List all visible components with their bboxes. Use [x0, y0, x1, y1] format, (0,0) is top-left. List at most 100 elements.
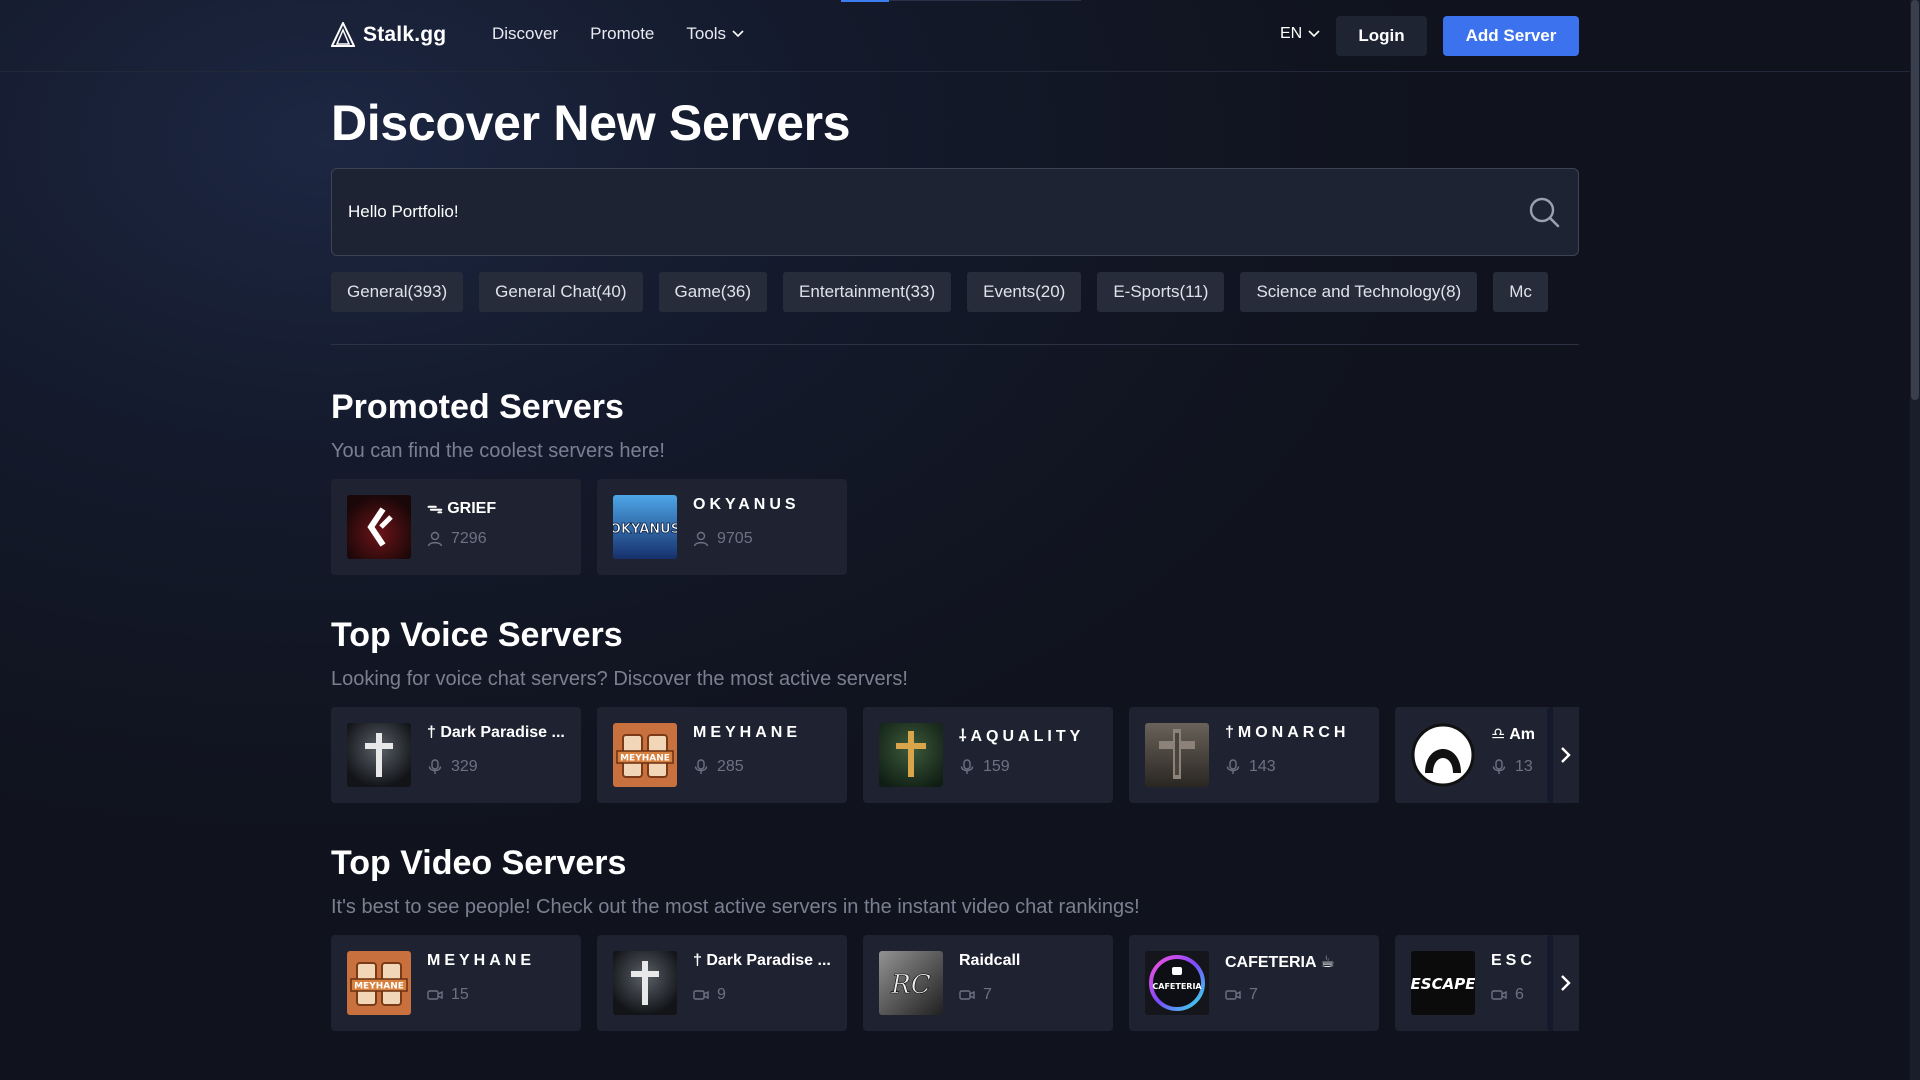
divider: [331, 344, 1579, 345]
promoted-title: Promoted Servers: [331, 388, 624, 426]
golden-cross-logo-icon: [879, 723, 943, 787]
category-chip[interactable]: E-Sports(11): [1097, 272, 1225, 312]
scrollbar-thumb[interactable]: [1911, 0, 1919, 400]
category-filters: General(393) General Chat(40) Game(36) E…: [331, 272, 1579, 312]
voice-subtitle: Looking for voice chat servers? Discover…: [331, 668, 908, 690]
server-card[interactable]: † Dark Paradise ... 329: [331, 707, 581, 803]
svg-text:MEYHANE: MEYHANE: [354, 982, 404, 992]
okyanus-logo-icon: OKYANUS: [613, 495, 677, 559]
microphone-icon: [960, 759, 974, 774]
member-count: 9705: [717, 530, 753, 547]
server-card[interactable]: RC Raidcall 7: [863, 935, 1113, 1031]
logo-text: Stalk.gg: [363, 23, 447, 46]
login-button[interactable]: Login: [1336, 16, 1427, 56]
server-name: ♎ Am: [1491, 726, 1535, 743]
nav-link-tools[interactable]: Tools: [686, 24, 744, 44]
raidcall-logo-icon: RC: [879, 951, 943, 1015]
add-server-button[interactable]: Add Server: [1443, 16, 1579, 56]
server-card[interactable]: CAFETERIA CAFETERIA ☕ 7: [1129, 935, 1379, 1031]
category-chip[interactable]: Science and Technology(8): [1240, 272, 1478, 312]
chevron-right-icon: [1561, 975, 1571, 991]
category-chip[interactable]: Entertainment(33): [783, 272, 952, 312]
logo[interactable]: Stalk.gg: [331, 22, 446, 48]
meyhane-logo-icon: MEYHANE: [613, 723, 677, 787]
chevron-right-icon: [1561, 747, 1571, 763]
category-chip[interactable]: Events(20): [967, 272, 1082, 312]
voice-count: 143: [1249, 758, 1276, 775]
category-chip[interactable]: Game(36): [658, 272, 768, 312]
voice-title: Top Voice Servers: [331, 616, 623, 654]
voice-count: 285: [717, 758, 744, 775]
video-camera-icon: [427, 990, 443, 1000]
server-card[interactable]: ᯓ GRIEF 7296: [331, 479, 581, 575]
microphone-icon: [694, 759, 708, 774]
voice-carousel: † Dark Paradise ... 329 MEYHANE MEYHANE …: [331, 707, 1579, 803]
voice-count: 13: [1515, 758, 1533, 775]
video-count: 15: [451, 986, 469, 1003]
category-chip[interactable]: General(393): [331, 272, 464, 312]
microphone-icon: [1492, 759, 1506, 774]
server-name: OKYANUS: [693, 496, 800, 513]
grief-logo-icon: [347, 495, 411, 559]
server-card[interactable]: MEYHANE MEYHANE 15: [331, 935, 581, 1031]
nav-link-discover[interactable]: Discover: [492, 24, 558, 44]
video-carousel: MEYHANE MEYHANE 15 † Dark Paradise ... 9…: [331, 935, 1579, 1031]
server-card[interactable]: OKYANUS OKYANUS 9705: [597, 479, 847, 575]
language-selector[interactable]: EN: [1280, 25, 1320, 43]
nav-link-promote[interactable]: Promote: [590, 24, 654, 44]
scrollbar-track[interactable]: [1910, 0, 1920, 1080]
monarch-logo-icon: [1145, 723, 1209, 787]
video-count: 9: [717, 986, 726, 1003]
nav-progress-accent: [841, 0, 889, 2]
video-count: 7: [983, 986, 992, 1003]
server-name: ᯓ GRIEF: [427, 500, 497, 517]
server-name: †MONARCH: [1225, 724, 1350, 741]
escape-logo-icon: ESCAPE: [1411, 951, 1475, 1015]
voice-count: 329: [451, 758, 478, 775]
server-name: ESC: [1491, 952, 1536, 969]
server-card[interactable]: MEYHANE MEYHANE 285: [597, 707, 847, 803]
video-camera-icon: [959, 990, 975, 1000]
server-card[interactable]: †MONARCH 143: [1129, 707, 1379, 803]
category-chip[interactable]: Mc: [1493, 272, 1548, 312]
server-name: MEYHANE: [427, 952, 536, 969]
server-card[interactable]: ⸸AQUALITY 159: [863, 707, 1113, 803]
video-subtitle: It's best to see people! Check out the m…: [331, 896, 1140, 918]
category-chip[interactable]: General Chat(40): [479, 272, 643, 312]
user-icon: [427, 531, 443, 547]
server-name: ⸸AQUALITY: [959, 728, 1085, 745]
member-count: 7296: [451, 530, 487, 547]
nav-link-tools-label: Tools: [686, 24, 727, 43]
video-title: Top Video Servers: [331, 844, 627, 882]
video-camera-icon: [1491, 990, 1507, 1000]
search-icon[interactable]: [1528, 196, 1560, 228]
microphone-icon: [1226, 759, 1240, 774]
server-card[interactable]: † Dark Paradise ... 9: [597, 935, 847, 1031]
chevron-down-icon: [732, 30, 744, 38]
page-title: Discover New Servers: [331, 95, 851, 151]
chevron-down-icon: [1308, 30, 1320, 38]
video-camera-icon: [1225, 990, 1241, 1000]
video-count: 6: [1515, 986, 1524, 1003]
server-name: MEYHANE: [693, 724, 802, 741]
voice-next-button[interactable]: [1547, 707, 1579, 803]
navbar: Stalk.gg Discover Promote Tools EN Login…: [0, 0, 1910, 72]
voice-count: 159: [983, 758, 1010, 775]
escape-logo-text: ESCAPE: [1411, 975, 1475, 993]
cafeteria-logo-icon: CAFETERIA: [1145, 951, 1209, 1015]
video-count: 7: [1249, 986, 1258, 1003]
language-label: EN: [1280, 25, 1303, 42]
svg-text:OKYANUS: OKYANUS: [613, 522, 677, 537]
nav-progress-track: [889, 0, 1081, 1]
search-input[interactable]: [348, 169, 1498, 255]
circle-face-logo-icon: [1411, 723, 1475, 787]
video-next-button[interactable]: [1547, 935, 1579, 1031]
server-name: † Dark Paradise ...: [427, 724, 565, 741]
server-name: Raidcall: [959, 952, 1021, 969]
server-name: † Dark Paradise ...: [693, 952, 831, 969]
promoted-list: ᯓ GRIEF 7296 OKYANUS OKYANUS 9705: [331, 479, 847, 575]
search-box[interactable]: [331, 168, 1579, 256]
svg-text:MEYHANE: MEYHANE: [620, 754, 670, 764]
video-camera-icon: [693, 990, 709, 1000]
server-name: CAFETERIA ☕: [1225, 954, 1335, 971]
